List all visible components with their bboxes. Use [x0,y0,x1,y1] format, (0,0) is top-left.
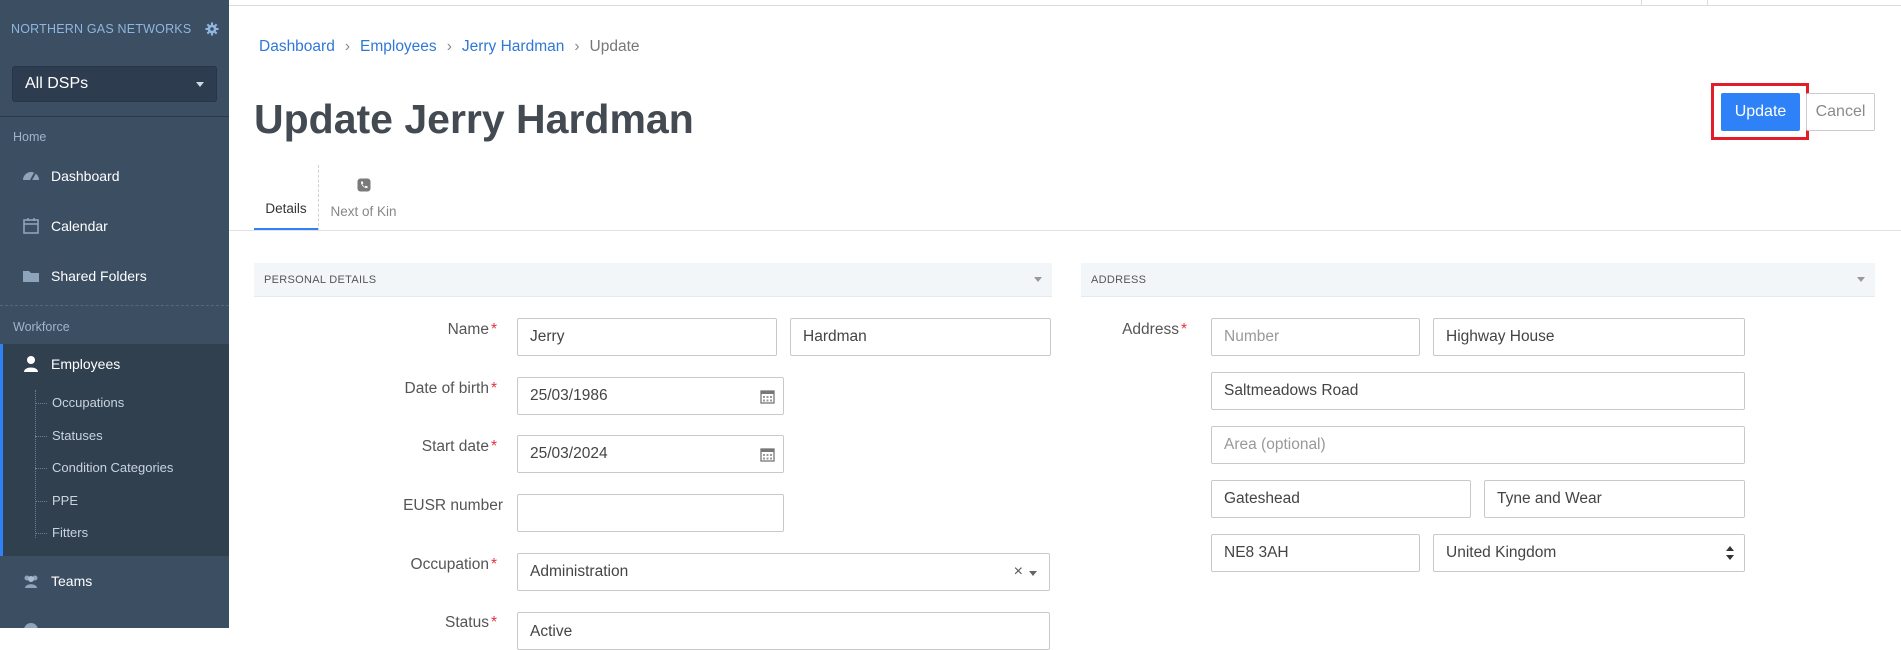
address-line1-field[interactable]: Highway House [1433,318,1745,356]
breadcrumb-dashboard[interactable]: Dashboard [259,38,335,56]
address-county-field[interactable]: Tyne and Wear [1484,480,1745,518]
dashboard-icon [23,172,39,181]
address-header[interactable]: ADDRESS [1081,263,1875,297]
org-header: NORTHERN GAS NETWORKS [0,0,229,58]
top-bar [229,0,1901,6]
tree-tick [35,436,47,437]
start-date-field[interactable]: 25/03/2024 [517,435,784,473]
panel-title: PERSONAL DETAILS [264,273,377,286]
user-icon [24,356,38,372]
sidebar-item-calendar[interactable]: Calendar [0,208,229,244]
team-icon [24,575,38,588]
sort-arrows-icon [1726,546,1734,560]
gear-icon[interactable] [205,22,219,36]
status-select[interactable]: Active [517,612,1050,650]
sidebar-divider [0,305,229,306]
address-number-field[interactable]: Number [1211,318,1420,356]
status-value: Active [530,623,573,640]
top-bar-separator [1707,0,1708,6]
tab-divider [229,230,1901,231]
gauge-icon [24,623,38,628]
section-home: Home [13,130,47,144]
sidebar-subitem-fitters[interactable]: Fitters [52,525,88,540]
chevron-down-icon [196,81,204,87]
dsp-select[interactable]: All DSPs [12,66,217,102]
phone-icon [357,178,370,192]
sidebar-item-label: Shared Folders [51,268,147,284]
address-label: Address * [1122,321,1187,338]
start-date-value: 25/03/2024 [530,445,608,462]
page-title: Update Jerry Hardman [254,96,694,142]
sidebar-item-label: Teams [51,573,93,589]
sidebar-divider [0,116,229,117]
address-line2-field[interactable]: Saltmeadows Road [1211,372,1745,410]
sidebar-item-employees[interactable]: Employees [0,346,229,382]
sidebar-item-dashboard[interactable]: Dashboard [0,158,229,194]
tree-tick [35,533,47,534]
sidebar-subitem-ppe[interactable]: PPE [52,493,78,508]
breadcrumb-current: Update [589,38,640,55]
chevron-right-icon: › [574,38,580,55]
sidebar-subitem-occupations[interactable]: Occupations [52,395,124,410]
update-button[interactable]: Update [1721,93,1800,131]
tab-label: Next of Kin [330,204,397,219]
sidebar-item-label: Calendar [51,218,108,234]
tab-details[interactable]: Details [254,165,318,231]
dob-value: 25/03/1986 [530,387,608,404]
chevron-down-icon [1034,277,1042,282]
tree-tick [35,501,47,502]
dob-label: Date of birth * [404,380,497,397]
address-area-field[interactable]: Area (optional) [1211,426,1745,464]
occupation-select[interactable]: Administration × [517,553,1050,591]
dsp-select-value: All DSPs [25,75,89,92]
name-label: Name * [447,321,497,338]
dob-field[interactable]: 25/03/1986 [517,377,784,415]
panel-title: ADDRESS [1091,273,1147,286]
sidebar-item-label: Dashboard [51,168,120,184]
breadcrumb-employees[interactable]: Employees [360,38,437,56]
address-town-field[interactable]: Gateshead [1211,480,1471,518]
chevron-down-icon [1029,571,1037,576]
tab-next-of-kin[interactable]: Next of Kin [318,165,408,231]
country-value: United Kingdom [1446,544,1557,561]
tree-line [35,390,36,538]
occupation-label: Occupation * [410,556,497,573]
calendar-icon[interactable] [760,447,775,462]
first-name-field[interactable]: Jerry [517,318,777,356]
breadcrumb-employee[interactable]: Jerry Hardman [462,38,565,56]
top-bar-separator [1641,0,1642,6]
tree-tick [35,468,47,469]
cancel-button[interactable]: Cancel [1806,93,1875,131]
folder-icon [23,271,39,282]
eusr-label: EUSR number [403,497,503,514]
sidebar: NORTHERN GAS NETWORKS All DSPs Home Dash… [0,0,229,628]
chevron-down-icon [1857,277,1865,282]
calendar-icon [23,218,39,234]
tab-label: Details [265,201,307,216]
section-workforce: Workforce [13,320,70,334]
org-name: NORTHERN GAS NETWORKS [11,22,192,36]
sidebar-item-teams[interactable]: Teams [0,563,229,599]
calendar-icon[interactable] [760,389,775,404]
occupation-value: Administration [530,563,629,580]
sidebar-item-label: Employees [51,356,121,372]
breadcrumb: Dashboard › Employees › Jerry Hardman › … [259,38,640,56]
sidebar-item-more[interactable] [0,612,229,628]
address-country-select[interactable]: United Kingdom [1433,534,1745,572]
clear-icon[interactable]: × [1014,563,1023,581]
eusr-field[interactable] [517,494,784,532]
chevron-right-icon: › [446,38,452,55]
address-postcode-field[interactable]: NE8 3AH [1211,534,1420,572]
start-date-label: Start date * [421,438,497,455]
sidebar-item-shared-folders[interactable]: Shared Folders [0,258,229,294]
chevron-right-icon: › [344,38,350,55]
status-label: Status * [445,614,497,631]
sidebar-subitem-condition-categories[interactable]: Condition Categories [52,460,173,475]
personal-details-header[interactable]: PERSONAL DETAILS [254,263,1052,297]
sidebar-subitem-statuses[interactable]: Statuses [52,428,103,443]
tree-tick [35,403,47,404]
